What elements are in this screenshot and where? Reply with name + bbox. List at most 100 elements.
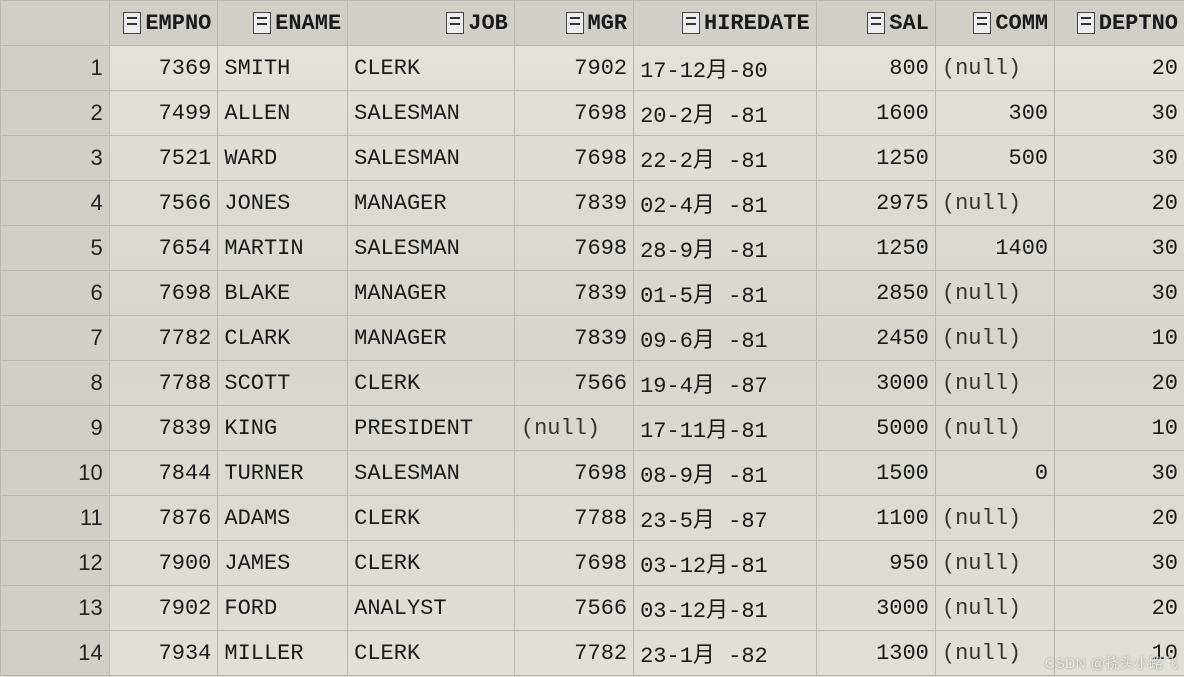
- cell-empno[interactable]: 7698: [109, 271, 218, 316]
- cell-ename[interactable]: FORD: [218, 586, 348, 631]
- cell-deptno[interactable]: 30: [1055, 451, 1184, 496]
- row-number[interactable]: 1: [1, 46, 110, 91]
- cell-hiredate[interactable]: 17-11月-81: [634, 406, 817, 451]
- cell-mgr[interactable]: 7698: [514, 136, 633, 181]
- cell-empno[interactable]: 7788: [109, 361, 218, 406]
- cell-mgr[interactable]: 7566: [514, 586, 633, 631]
- sort-icon[interactable]: [123, 12, 141, 34]
- cell-sal[interactable]: 800: [816, 46, 935, 91]
- table-row[interactable]: 47566JONESMANAGER783902-4月 -812975(null)…: [1, 181, 1184, 226]
- cell-ename[interactable]: CLARK: [218, 316, 348, 361]
- cell-comm[interactable]: (null): [935, 181, 1054, 226]
- cell-comm[interactable]: (null): [935, 316, 1054, 361]
- cell-job[interactable]: MANAGER: [348, 271, 515, 316]
- cell-job[interactable]: SALESMAN: [348, 91, 515, 136]
- cell-job[interactable]: CLERK: [348, 541, 515, 586]
- cell-sal[interactable]: 1250: [816, 226, 935, 271]
- cell-comm[interactable]: (null): [935, 586, 1054, 631]
- cell-deptno[interactable]: 20: [1055, 361, 1184, 406]
- cell-ename[interactable]: MILLER: [218, 631, 348, 676]
- cell-ename[interactable]: BLAKE: [218, 271, 348, 316]
- cell-sal[interactable]: 3000: [816, 361, 935, 406]
- cell-hiredate[interactable]: 17-12月-80: [634, 46, 817, 91]
- cell-hiredate[interactable]: 08-9月 -81: [634, 451, 817, 496]
- column-header-empno[interactable]: EMPNO: [109, 1, 218, 46]
- cell-sal[interactable]: 950: [816, 541, 935, 586]
- cell-empno[interactable]: 7839: [109, 406, 218, 451]
- cell-mgr[interactable]: 7902: [514, 46, 633, 91]
- row-number[interactable]: 2: [1, 91, 110, 136]
- table-row[interactable]: 117876ADAMSCLERK778823-5月 -871100(null)2…: [1, 496, 1184, 541]
- cell-mgr[interactable]: 7839: [514, 271, 633, 316]
- cell-comm[interactable]: (null): [935, 406, 1054, 451]
- cell-hiredate[interactable]: 19-4月 -87: [634, 361, 817, 406]
- cell-comm[interactable]: (null): [935, 361, 1054, 406]
- cell-comm[interactable]: 300: [935, 91, 1054, 136]
- cell-sal[interactable]: 5000: [816, 406, 935, 451]
- cell-job[interactable]: PRESIDENT: [348, 406, 515, 451]
- cell-deptno[interactable]: 10: [1055, 406, 1184, 451]
- cell-ename[interactable]: JAMES: [218, 541, 348, 586]
- row-number[interactable]: 7: [1, 316, 110, 361]
- row-number[interactable]: 14: [1, 631, 110, 676]
- column-header-hiredate[interactable]: HIREDATE: [634, 1, 817, 46]
- cell-hiredate[interactable]: 02-4月 -81: [634, 181, 817, 226]
- cell-job[interactable]: SALESMAN: [348, 451, 515, 496]
- cell-comm[interactable]: 1400: [935, 226, 1054, 271]
- cell-job[interactable]: CLERK: [348, 46, 515, 91]
- cell-hiredate[interactable]: 01-5月 -81: [634, 271, 817, 316]
- cell-job[interactable]: SALESMAN: [348, 136, 515, 181]
- row-number[interactable]: 9: [1, 406, 110, 451]
- cell-hiredate[interactable]: 22-2月 -81: [634, 136, 817, 181]
- cell-mgr[interactable]: 7788: [514, 496, 633, 541]
- cell-hiredate[interactable]: 23-5月 -87: [634, 496, 817, 541]
- cell-sal[interactable]: 2850: [816, 271, 935, 316]
- cell-mgr[interactable]: 7566: [514, 361, 633, 406]
- cell-deptno[interactable]: 30: [1055, 541, 1184, 586]
- cell-deptno[interactable]: 30: [1055, 271, 1184, 316]
- cell-ename[interactable]: JONES: [218, 181, 348, 226]
- row-number[interactable]: 8: [1, 361, 110, 406]
- table-row[interactable]: 77782CLARKMANAGER783909-6月 -812450(null)…: [1, 316, 1184, 361]
- cell-ename[interactable]: ADAMS: [218, 496, 348, 541]
- cell-deptno[interactable]: 30: [1055, 136, 1184, 181]
- cell-hiredate[interactable]: 28-9月 -81: [634, 226, 817, 271]
- cell-ename[interactable]: WARD: [218, 136, 348, 181]
- cell-mgr[interactable]: 7782: [514, 631, 633, 676]
- cell-sal[interactable]: 1300: [816, 631, 935, 676]
- cell-sal[interactable]: 1100: [816, 496, 935, 541]
- cell-empno[interactable]: 7902: [109, 586, 218, 631]
- cell-sal[interactable]: 2450: [816, 316, 935, 361]
- cell-job[interactable]: CLERK: [348, 361, 515, 406]
- cell-mgr[interactable]: 7839: [514, 316, 633, 361]
- cell-deptno[interactable]: 30: [1055, 226, 1184, 271]
- sort-icon[interactable]: [973, 12, 991, 34]
- cell-job[interactable]: ANALYST: [348, 586, 515, 631]
- cell-sal[interactable]: 1500: [816, 451, 935, 496]
- cell-hiredate[interactable]: 03-12月-81: [634, 586, 817, 631]
- cell-comm[interactable]: (null): [935, 271, 1054, 316]
- cell-ename[interactable]: SCOTT: [218, 361, 348, 406]
- cell-ename[interactable]: KING: [218, 406, 348, 451]
- cell-empno[interactable]: 7900: [109, 541, 218, 586]
- cell-deptno[interactable]: 10: [1055, 631, 1184, 676]
- cell-hiredate[interactable]: 23-1月 -82: [634, 631, 817, 676]
- cell-empno[interactable]: 7521: [109, 136, 218, 181]
- row-number[interactable]: 10: [1, 451, 110, 496]
- cell-comm[interactable]: (null): [935, 496, 1054, 541]
- cell-comm[interactable]: (null): [935, 541, 1054, 586]
- cell-comm[interactable]: 500: [935, 136, 1054, 181]
- cell-deptno[interactable]: 10: [1055, 316, 1184, 361]
- cell-sal[interactable]: 3000: [816, 586, 935, 631]
- cell-deptno[interactable]: 20: [1055, 586, 1184, 631]
- cell-empno[interactable]: 7782: [109, 316, 218, 361]
- table-row[interactable]: 37521WARDSALESMAN769822-2月 -81125050030: [1, 136, 1184, 181]
- cell-empno[interactable]: 7654: [109, 226, 218, 271]
- column-header-comm[interactable]: COMM: [935, 1, 1054, 46]
- row-number[interactable]: 13: [1, 586, 110, 631]
- row-number[interactable]: 5: [1, 226, 110, 271]
- cell-job[interactable]: SALESMAN: [348, 226, 515, 271]
- sort-icon[interactable]: [867, 12, 885, 34]
- cell-ename[interactable]: ALLEN: [218, 91, 348, 136]
- cell-empno[interactable]: 7844: [109, 451, 218, 496]
